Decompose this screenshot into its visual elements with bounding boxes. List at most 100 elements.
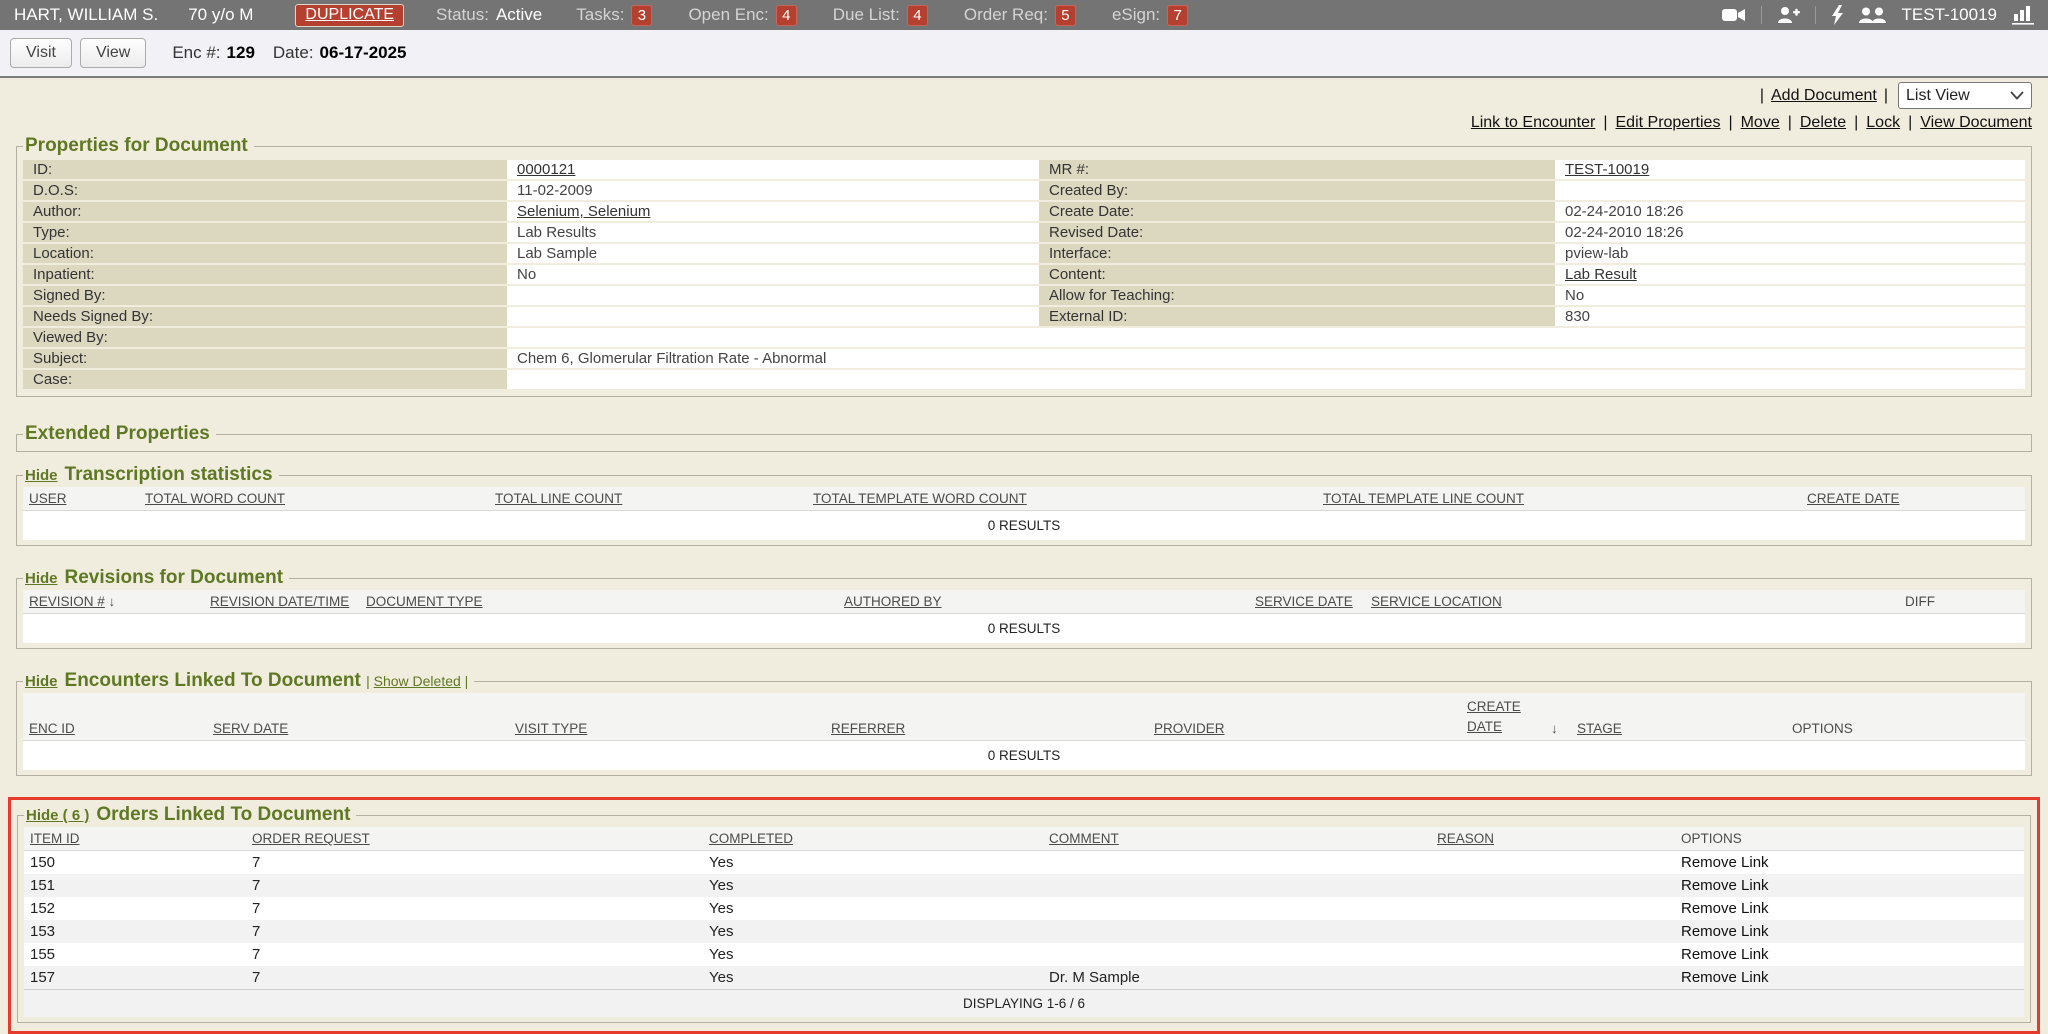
col-header-stage[interactable]: STAGE (1577, 721, 1622, 736)
col-header-completed[interactable]: COMPLETED (709, 831, 793, 846)
view-mode-select[interactable]: List View (1898, 82, 2032, 109)
encounter-toolbar: Visit View Enc #: 129 Date: 06-17-2025 (0, 30, 2048, 78)
property-row: D.O.S: 11-02-2009 Created By: (23, 181, 2025, 200)
view-button[interactable]: View (80, 38, 146, 68)
col-header-create-date[interactable]: CREATE DATE (1807, 491, 1900, 506)
col-header-document-type[interactable]: DOCUMENT TYPE (366, 594, 483, 609)
order-completed: Yes (703, 874, 1043, 897)
divider (1815, 6, 1816, 24)
col-header-reason[interactable]: REASON (1437, 831, 1494, 846)
order-item-id: 157 (24, 966, 246, 990)
people-icon[interactable] (1859, 7, 1887, 24)
property-label: External ID: (1039, 307, 1555, 326)
col-header-create-date[interactable]: CREATE DATE (1467, 699, 1521, 734)
move-link[interactable]: Move (1741, 114, 1780, 132)
sort-descending-icon[interactable]: ↓ (1551, 721, 1558, 736)
edit-properties-link[interactable]: Edit Properties (1616, 114, 1721, 132)
duplicate-button[interactable]: DUPLICATE (295, 4, 404, 27)
order-reason (1431, 851, 1675, 875)
remove-link-button[interactable]: Remove Link (1681, 877, 1769, 894)
col-header-service-date[interactable]: SERVICE DATE (1255, 594, 1353, 609)
col-header-total-line-count[interactable]: TOTAL LINE COUNT (495, 491, 622, 506)
content-link[interactable]: Lab Result (1565, 266, 1637, 283)
remove-link-button[interactable]: Remove Link (1681, 900, 1769, 917)
col-header-serv-date[interactable]: SERV DATE (213, 721, 288, 736)
patient-demographics: 70 y/o M (188, 5, 253, 25)
col-header-revision-number[interactable]: REVISION # (29, 594, 105, 609)
order-row: 150 7 Yes Remove Link (24, 851, 2024, 875)
show-deleted-link[interactable]: Show Deleted (374, 673, 461, 689)
author-link[interactable]: Selenium, Selenium (517, 203, 650, 220)
topbar-icon-group: TEST-10019 (1722, 5, 2034, 25)
bar-chart-icon[interactable] (2012, 5, 2034, 25)
remove-link-button[interactable]: Remove Link (1681, 854, 1769, 871)
col-header-order-request[interactable]: ORDER REQUEST (252, 831, 370, 846)
order-reason (1431, 943, 1675, 966)
col-header-comment[interactable]: COMMENT (1049, 831, 1119, 846)
property-value (507, 307, 1039, 326)
document-id-link[interactable]: 0000121 (517, 161, 575, 178)
property-label: Inpatient: (23, 265, 507, 284)
video-camera-icon[interactable] (1722, 7, 1746, 23)
status-value: Active (496, 5, 542, 25)
sort-descending-icon[interactable]: ↓ (109, 594, 116, 609)
hide-revisions-link[interactable]: Hide (25, 570, 58, 587)
empty-results-text: 0 RESULTS (23, 741, 2025, 771)
mr-number-link[interactable]: TEST-10019 (1565, 161, 1649, 178)
transcription-table: USER TOTAL WORD COUNT TOTAL LINE COUNT T… (23, 487, 2025, 540)
col-header-total-template-word-count[interactable]: TOTAL TEMPLATE WORD COUNT (813, 491, 1027, 506)
separator: | (1603, 114, 1607, 132)
col-header-enc-id[interactable]: ENC ID (29, 721, 75, 736)
order-row: 157 7 Yes Dr. M Sample Remove Link (24, 966, 2024, 990)
delete-link[interactable]: Delete (1800, 114, 1846, 132)
property-row: Signed By: Allow for Teaching: No (23, 286, 2025, 305)
extended-properties-legend: Extended Properties (23, 423, 216, 445)
col-header-revision-datetime[interactable]: REVISION DATE/TIME (210, 594, 349, 609)
remove-link-button[interactable]: Remove Link (1681, 923, 1769, 940)
separator: | (1884, 87, 1888, 105)
col-header-service-location[interactable]: SERVICE LOCATION (1371, 594, 1502, 609)
property-row: Location: Lab Sample Interface: pview-la… (23, 244, 2025, 263)
col-header-item-id[interactable]: ITEM ID (30, 831, 80, 846)
open-enc-count-badge[interactable]: 4 (776, 5, 797, 26)
encounters-linked-section: HideEncounters Linked To Document | Show… (16, 670, 2032, 776)
col-header-user[interactable]: USER (29, 491, 67, 506)
order-comment (1043, 874, 1431, 897)
person-add-icon[interactable] (1777, 6, 1800, 24)
tasks-count-badge[interactable]: 3 (631, 5, 652, 26)
hide-transcription-link[interactable]: Hide (25, 467, 58, 484)
col-header-visit-type[interactable]: VISIT TYPE (515, 721, 587, 736)
document-properties-page: | Add Document | List View Link to Encou… (0, 82, 2048, 1034)
property-row: Viewed By: (23, 328, 2025, 347)
order-req-count-badge[interactable]: 5 (1055, 5, 1076, 26)
hide-orders-link[interactable]: Hide ( 6 ) (26, 807, 89, 824)
esign-count-badge[interactable]: 7 (1167, 5, 1188, 26)
separator: | (1728, 114, 1732, 132)
due-list-count-badge[interactable]: 4 (907, 5, 928, 26)
visit-button[interactable]: Visit (10, 38, 72, 68)
hide-encounters-link[interactable]: Hide (25, 673, 58, 690)
property-label: Case: (23, 370, 507, 389)
property-value: 02-24-2010 18:26 (1555, 223, 2025, 242)
remove-link-button[interactable]: Remove Link (1681, 946, 1769, 963)
property-value: 830 (1555, 307, 2025, 326)
link-to-encounter-link[interactable]: Link to Encounter (1471, 114, 1596, 132)
remove-link-button[interactable]: Remove Link (1681, 969, 1769, 986)
col-header-authored-by[interactable]: AUTHORED BY (844, 594, 942, 609)
col-header-total-template-line-count[interactable]: TOTAL TEMPLATE LINE COUNT (1323, 491, 1524, 506)
property-row: ID: 0000121 MR #: TEST-10019 (23, 160, 2025, 179)
extended-properties-section: Extended Properties (16, 423, 2032, 452)
col-header-total-word-count[interactable]: TOTAL WORD COUNT (145, 491, 285, 506)
add-document-link[interactable]: Add Document (1771, 87, 1877, 105)
property-value (507, 286, 1039, 305)
order-request: 7 (246, 851, 703, 875)
order-comment (1043, 920, 1431, 943)
property-label: Author: (23, 202, 507, 221)
view-document-link[interactable]: View Document (1920, 114, 2032, 132)
col-header-referrer[interactable]: REFERRER (831, 721, 905, 736)
lock-link[interactable]: Lock (1866, 114, 1900, 132)
col-header-provider[interactable]: PROVIDER (1154, 721, 1225, 736)
date-label: Date: (273, 43, 314, 63)
order-row: 152 7 Yes Remove Link (24, 897, 2024, 920)
lightning-icon[interactable] (1831, 5, 1844, 25)
